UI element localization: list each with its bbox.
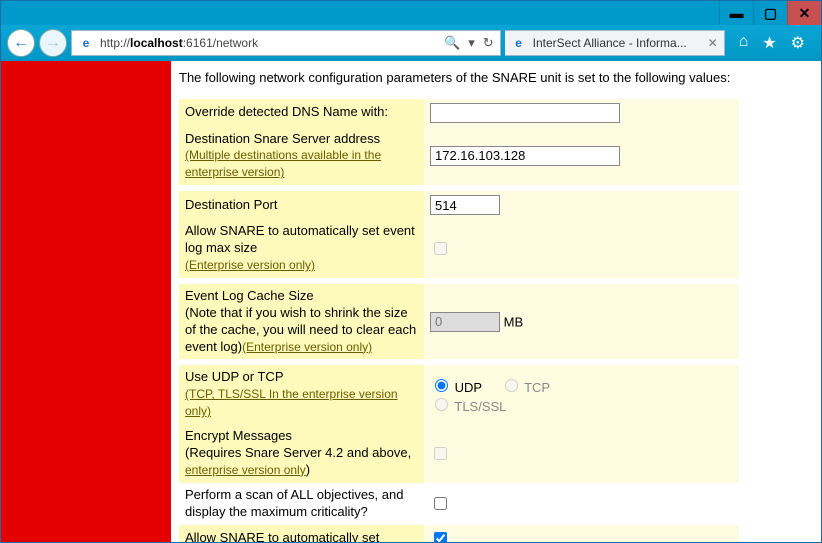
- browser-window: ▬ ▢ ✕ ← → e http://localhost:6161/networ…: [0, 0, 822, 543]
- left-sidebar: [1, 61, 171, 542]
- dest-address-input[interactable]: [430, 146, 620, 166]
- addrbar-controls: 🔍 ▾ ↻: [444, 35, 494, 51]
- dns-override-label: Override detected DNS Name with:: [179, 99, 424, 127]
- encrypt-checkbox: [434, 447, 447, 460]
- toolbar-right: ⌂ ★ ⚙: [729, 33, 815, 53]
- maximize-icon: ▢: [764, 5, 777, 22]
- page-content: The following network configuration para…: [1, 61, 821, 542]
- encrypt-note-link[interactable]: enterprise version only: [185, 463, 306, 477]
- ie-icon: e: [78, 35, 94, 51]
- home-icon[interactable]: ⌂: [739, 33, 749, 53]
- encrypt-label: Encrypt Messages: [185, 428, 292, 443]
- favorites-icon[interactable]: ★: [762, 33, 776, 53]
- protocol-sublink[interactable]: (TCP, TLS/SSL In the enterprise version …: [185, 387, 398, 418]
- tab-favicon-icon: e: [511, 35, 527, 51]
- protocol-tcp-option: TCP: [500, 380, 550, 395]
- close-button[interactable]: ✕: [787, 1, 821, 25]
- cache-size-input: [430, 312, 500, 332]
- auto-maxsize-sublink[interactable]: (Enterprise version only): [185, 258, 315, 272]
- dest-port-label: Destination Port: [179, 191, 424, 219]
- intro-text: The following network configuration para…: [179, 69, 811, 87]
- back-button[interactable]: ←: [7, 29, 35, 57]
- browser-toolbar: ← → e http://localhost:6161/network 🔍 ▾ …: [1, 25, 821, 61]
- dest-address-label: Destination Snare Server address: [185, 131, 380, 146]
- dest-port-input[interactable]: [430, 195, 500, 215]
- encrypt-note-a: (Requires Snare Server 4.2 and above,: [185, 445, 411, 460]
- protocol-tls-option: TLS/SSL: [430, 399, 506, 414]
- refresh-icon[interactable]: ↻: [483, 35, 494, 51]
- dest-address-sublink[interactable]: (Multiple destinations available in the …: [185, 148, 381, 179]
- tab-title: InterSect Alliance - Informa...: [533, 36, 687, 50]
- main-scroll-area[interactable]: The following network configuration para…: [171, 61, 821, 542]
- search-icon[interactable]: 🔍: [444, 35, 460, 51]
- cache-size-unit: MB: [504, 314, 524, 329]
- forward-button[interactable]: →: [39, 29, 67, 57]
- dns-override-input[interactable]: [430, 103, 620, 123]
- tab-close-icon[interactable]: ✕: [708, 36, 718, 50]
- protocol-udp-option[interactable]: UDP: [430, 380, 482, 395]
- cache-size-label: Event Log Cache Size: [185, 288, 314, 303]
- protocol-tcp-radio: [505, 379, 518, 392]
- maximize-button[interactable]: ▢: [753, 1, 787, 25]
- protocol-udp-radio[interactable]: [435, 379, 448, 392]
- scan-objectives-checkbox[interactable]: [434, 497, 447, 510]
- minimize-icon: ▬: [730, 5, 744, 21]
- url-text: http://localhost:6161/network: [100, 36, 438, 50]
- window-titlebar: ▬ ▢ ✕: [1, 1, 821, 25]
- protocol-label: Use UDP or TCP: [185, 369, 284, 384]
- cache-size-sublink[interactable]: (Enterprise version only): [242, 340, 372, 354]
- encrypt-note-c: ): [306, 462, 310, 477]
- tools-icon[interactable]: ⚙: [791, 33, 805, 53]
- auto-maxsize-checkbox: [434, 242, 447, 255]
- protocol-tls-radio: [435, 398, 448, 411]
- browser-tab[interactable]: e InterSect Alliance - Informa... ✕: [505, 30, 725, 56]
- auto-config-label: Allow SNARE to automatically set: [179, 525, 424, 542]
- auto-maxsize-label: Allow SNARE to automatically set event l…: [185, 223, 415, 255]
- address-bar[interactable]: e http://localhost:6161/network 🔍 ▾ ↻: [71, 30, 501, 56]
- forward-icon: →: [45, 34, 61, 52]
- close-icon: ✕: [799, 5, 811, 22]
- dropdown-icon[interactable]: ▾: [468, 35, 475, 51]
- back-icon: ←: [13, 34, 29, 52]
- auto-config-checkbox[interactable]: [434, 532, 447, 542]
- minimize-button[interactable]: ▬: [719, 1, 753, 25]
- scan-objectives-label: Perform a scan of ALL objectives, and di…: [179, 483, 424, 525]
- network-config-form: Override detected DNS Name with: Destina…: [179, 99, 739, 542]
